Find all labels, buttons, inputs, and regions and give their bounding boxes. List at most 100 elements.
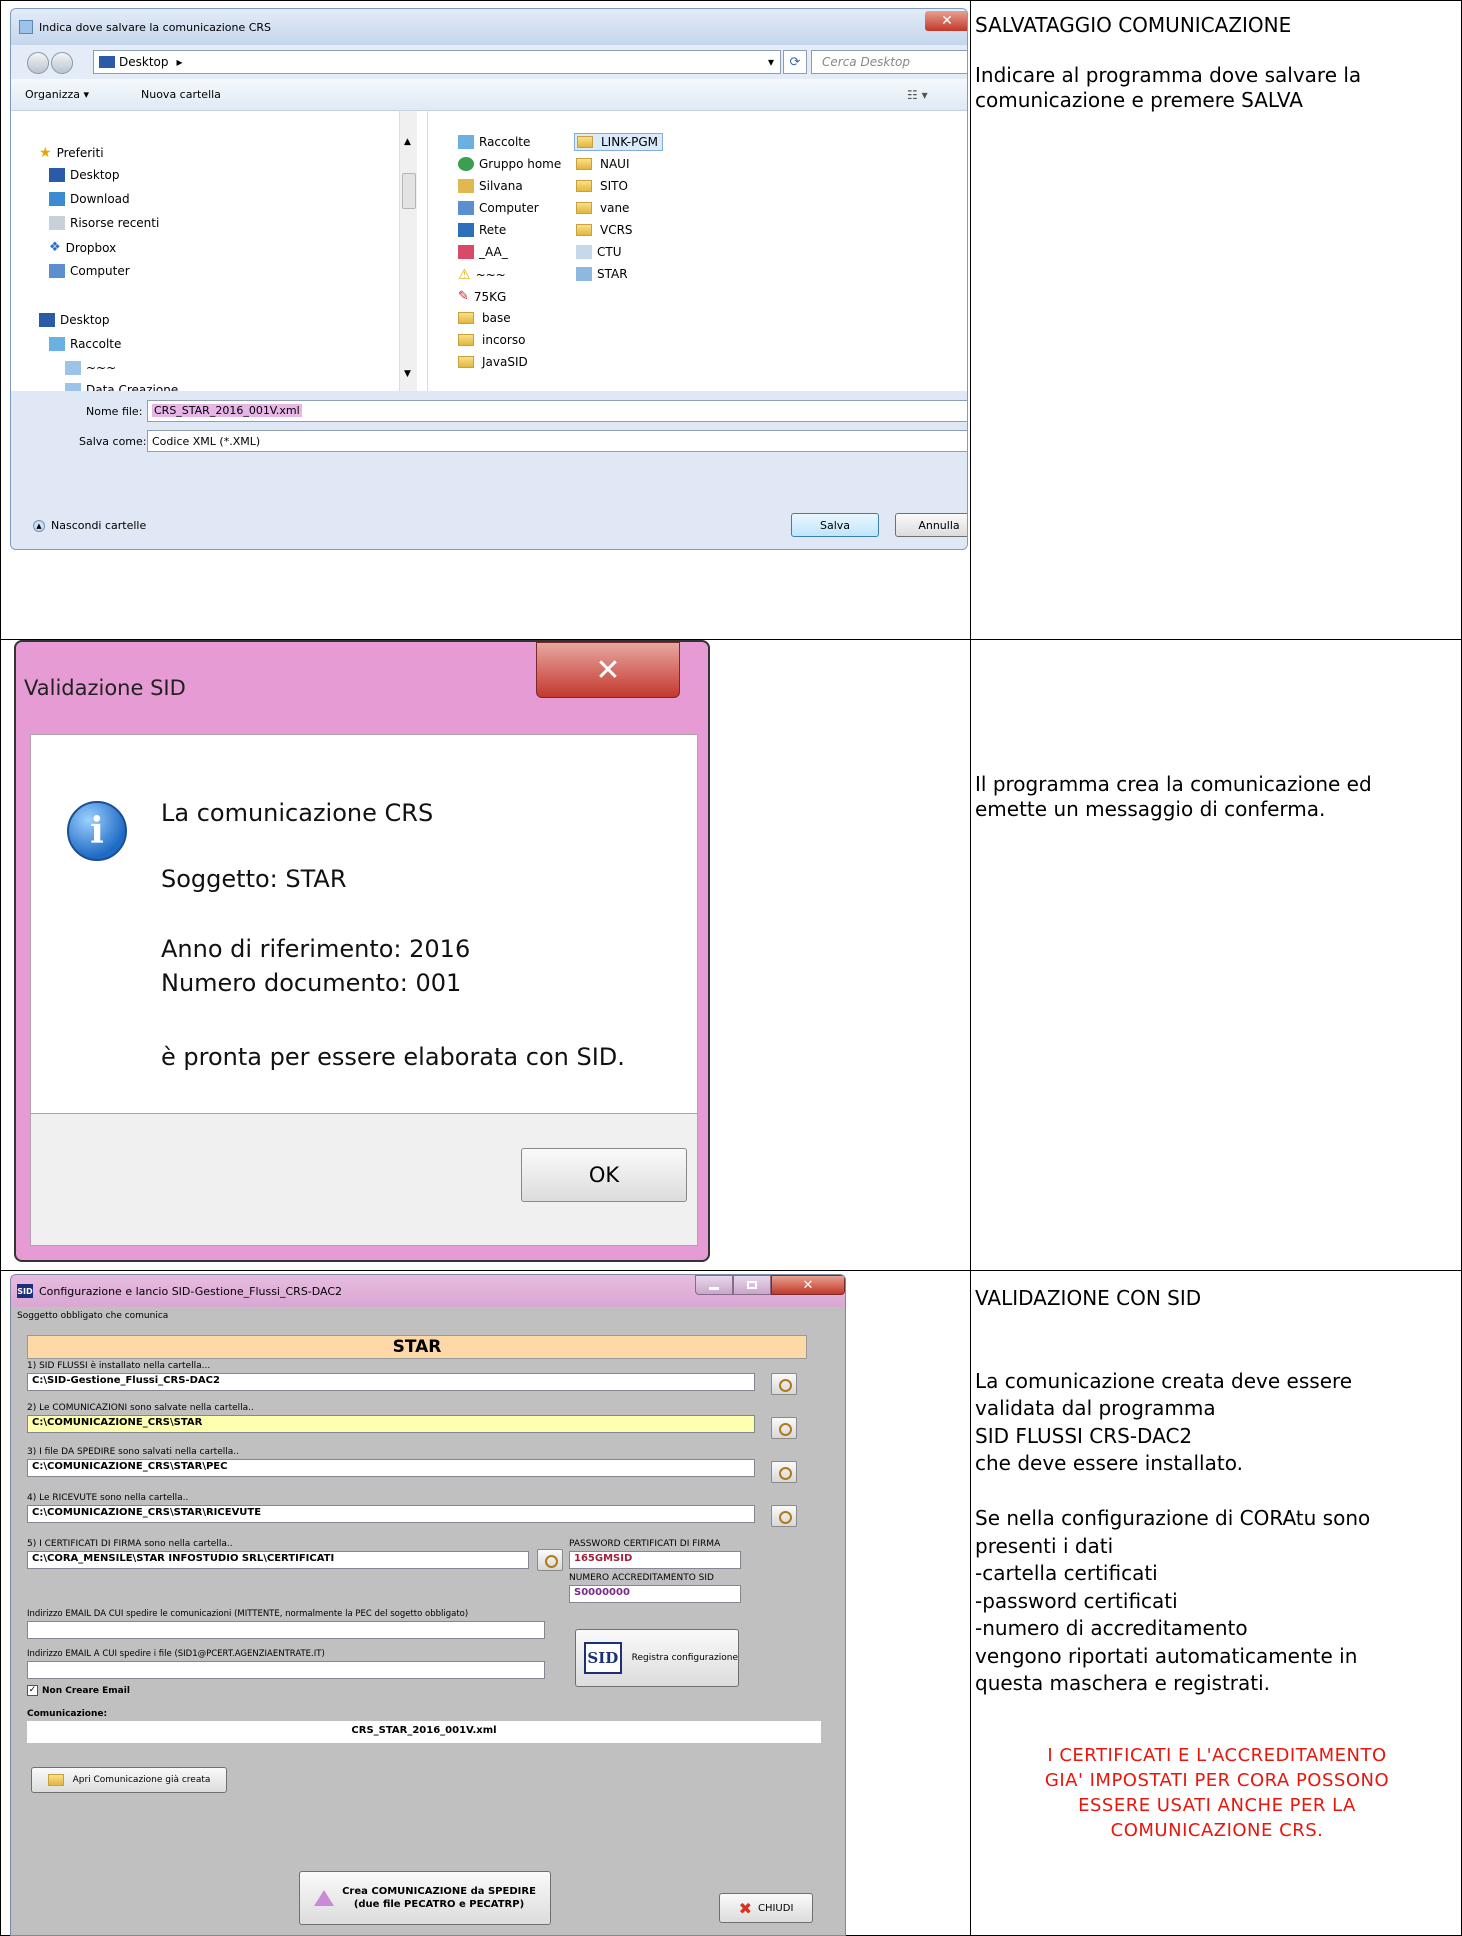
- forward-button[interactable]: [51, 52, 73, 74]
- view-options-icon[interactable]: ☷ ▾: [907, 88, 928, 102]
- file-item[interactable]: VCRS: [576, 223, 633, 237]
- nav-item-recent[interactable]: Risorse recenti: [49, 216, 159, 230]
- file-item-selected[interactable]: LINK-PGM: [574, 133, 664, 151]
- file-item[interactable]: Gruppo home: [458, 157, 561, 171]
- file-item[interactable]: incorso: [458, 333, 525, 347]
- computer-icon: [49, 264, 65, 278]
- subject-banner: STAR: [27, 1335, 807, 1359]
- file-item[interactable]: SITO: [576, 179, 628, 193]
- file-pane: Raccolte Gruppo home Silvana Computer Re…: [427, 111, 967, 391]
- file-item[interactable]: JavaSID: [458, 355, 528, 369]
- email-to-field[interactable]: [27, 1661, 545, 1679]
- scroll-down-icon[interactable]: ▼: [404, 369, 411, 379]
- search-input[interactable]: Cerca Desktop: [811, 50, 967, 74]
- save-button[interactable]: Salva: [791, 513, 879, 537]
- close-config-button[interactable]: ✖ CHIUDI: [719, 1893, 813, 1923]
- nav-item-tilde[interactable]: ~~~: [65, 361, 116, 375]
- msg-line4: Numero documento: 001: [161, 969, 462, 997]
- register-config-button[interactable]: SID Registra configurazione: [575, 1629, 739, 1687]
- desktop-icon: [39, 313, 55, 327]
- shortcut-icon: [576, 245, 592, 259]
- row2-right-cell: Il programma crea la comunicazione ed em…: [970, 639, 1462, 1271]
- hide-folders-toggle[interactable]: ▲ Nascondi cartelle: [33, 519, 146, 532]
- no-email-checkbox[interactable]: ✓ Non Creare Email: [27, 1685, 130, 1696]
- file-item[interactable]: Raccolte: [458, 135, 530, 149]
- file-item[interactable]: ⚠ ~~~: [458, 267, 506, 283]
- cancel-button[interactable]: Annulla: [895, 513, 967, 537]
- minimize-button[interactable]: [695, 1275, 733, 1295]
- create-communication-button[interactable]: Crea COMUNICAZIONE da SPEDIRE (due file …: [299, 1871, 551, 1925]
- nav-scrollbar[interactable]: ▲ ▼: [399, 111, 417, 391]
- row3-right-cell: VALIDAZIONE CON SID La comunicazione cre…: [970, 1270, 1462, 1936]
- file-item[interactable]: Computer: [458, 201, 539, 215]
- user-folder-icon: [458, 179, 474, 193]
- computer-icon: [458, 201, 474, 215]
- organize-menu[interactable]: Organizza ▾: [25, 88, 89, 101]
- document-icon: [65, 361, 81, 375]
- receipts-folder-field[interactable]: C:\COMUNICAZIONE_CRS\STAR\RICEVUTE: [27, 1505, 755, 1523]
- new-folder-button[interactable]: Nuova cartella: [141, 88, 221, 101]
- open-existing-button[interactable]: Apri Comunicazione già creata: [31, 1767, 227, 1793]
- filename-field[interactable]: CRS_STAR_2016_001V.xml: [147, 400, 967, 422]
- network-icon: [458, 223, 474, 237]
- file-item[interactable]: CTU: [576, 245, 622, 259]
- msg-line3: Anno di riferimento: 2016: [161, 935, 471, 963]
- close-button[interactable]: ✕: [771, 1275, 845, 1295]
- ok-button[interactable]: OK: [521, 1148, 687, 1202]
- browse-receipts-folder-button[interactable]: [771, 1505, 797, 1527]
- nav-item-download[interactable]: Download: [49, 192, 130, 206]
- accreditation-field[interactable]: S0000000: [569, 1585, 741, 1603]
- file-item[interactable]: vane: [576, 201, 629, 215]
- scroll-up-icon[interactable]: ▲: [404, 137, 411, 147]
- browse-send-folder-button[interactable]: [771, 1461, 797, 1483]
- browse-certs-folder-button[interactable]: [537, 1549, 563, 1571]
- maximize-button[interactable]: [733, 1275, 771, 1295]
- nav-item-preferiti[interactable]: ★ Preferiti: [39, 145, 104, 161]
- red-note: I CERTIFICATI E L'ACCREDITAMENTO GIA' IM…: [1044, 1745, 1390, 1841]
- file-item[interactable]: _AA_: [458, 245, 508, 259]
- nav-item-computer[interactable]: Computer: [49, 264, 130, 278]
- nav-item-dropbox[interactable]: ❖ Dropbox: [49, 240, 116, 255]
- email-from-field[interactable]: [27, 1621, 545, 1639]
- scroll-thumb[interactable]: [402, 173, 416, 209]
- file-item[interactable]: NAUI: [576, 157, 630, 171]
- folder-icon: [458, 356, 474, 368]
- sid-folder-field[interactable]: C:\SID-Gestione_Flussi_CRS-DAC2: [27, 1373, 755, 1391]
- dropdown-arrow-icon[interactable]: ▾: [768, 55, 774, 69]
- folder-icon: [577, 136, 593, 148]
- savetype-select[interactable]: Codice XML (*.XML): [147, 430, 967, 452]
- nav-item-desktop-root[interactable]: Desktop: [39, 313, 110, 327]
- refresh-button[interactable]: ⟳: [783, 50, 807, 74]
- maximize-icon: [747, 1281, 757, 1289]
- file-item[interactable]: Silvana: [458, 179, 523, 193]
- file-item[interactable]: ✎ 75KG: [458, 289, 506, 304]
- accreditation-label: NUMERO ACCREDITAMENTO SID: [569, 1573, 714, 1583]
- breadcrumb[interactable]: Desktop: [119, 55, 169, 69]
- browse-comm-folder-button[interactable]: [771, 1417, 797, 1439]
- file-item[interactable]: base: [458, 311, 511, 325]
- toolbar: Organizza ▾ Nuova cartella ☷ ▾: [11, 79, 967, 111]
- open-folder-icon: [47, 1774, 64, 1786]
- certs-folder-field[interactable]: C:\CORA_MENSILE\STAR INFOSTUDIO SRL\CERT…: [27, 1551, 529, 1569]
- folder-icon: [458, 312, 474, 324]
- nav-item-raccolte[interactable]: Raccolte: [49, 337, 121, 351]
- comm-folder-field[interactable]: C:\COMUNICAZIONE_CRS\STAR: [27, 1415, 755, 1433]
- recent-icon: [49, 216, 65, 230]
- nav-item-desktop[interactable]: Desktop: [49, 168, 120, 182]
- send-folder-field[interactable]: C:\COMUNICAZIONE_CRS\STAR\PEC: [27, 1459, 755, 1477]
- address-bar[interactable]: Desktop ▸ ▾: [93, 50, 781, 74]
- msgbox-close-button[interactable]: ✕: [536, 642, 680, 698]
- file-item[interactable]: STAR: [576, 267, 628, 281]
- back-button[interactable]: [27, 52, 49, 74]
- sid-logo-icon: SID: [584, 1642, 622, 1674]
- browse-sid-folder-button[interactable]: [771, 1373, 797, 1395]
- config-body: Soggetto obbligato che comunica STAR 1) …: [13, 1307, 843, 1935]
- password-field[interactable]: 165GMSID: [569, 1551, 741, 1569]
- save-dialog-title: Indica dove salvare la comunicazione CRS: [39, 21, 272, 34]
- breadcrumb-chevron-icon: ▸: [176, 55, 183, 69]
- savetype-value: Codice XML (*.XML): [152, 435, 261, 448]
- config-titlebar: SID Configurazione e lancio SID-Gestione…: [11, 1275, 845, 1307]
- shortcut-icon: [576, 267, 592, 281]
- close-button[interactable]: ✕: [925, 11, 967, 31]
- file-item[interactable]: Rete: [458, 223, 506, 237]
